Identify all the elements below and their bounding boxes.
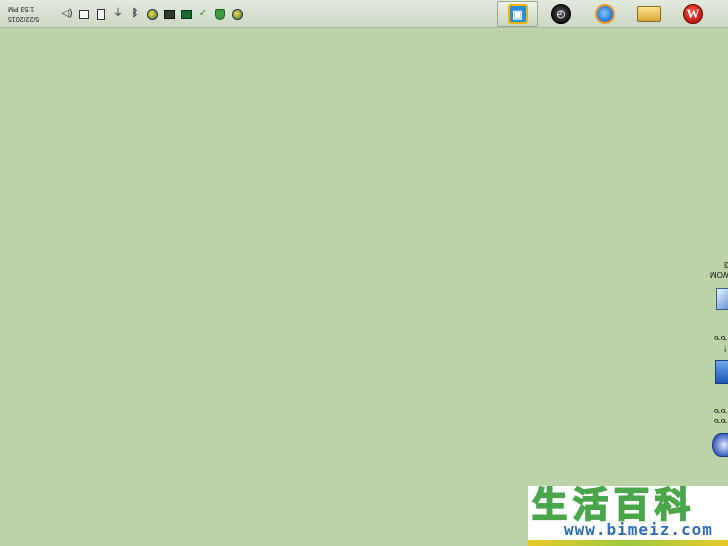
globe-icon — [712, 433, 728, 457]
clock-date: 5/22/2015 — [8, 15, 40, 22]
watermark: 生活百科 www.bimeiz.com — [528, 486, 728, 546]
pinned-folder[interactable] — [632, 1, 666, 27]
desktop[interactable]: 5/22/2015 1:53 PM ◁) ⏚ ᛒ ✓ ▣ ◴ W 3 WOM ᓀ… — [0, 0, 728, 546]
update-icon[interactable] — [230, 8, 244, 21]
system-tray: ◁) ⏚ ᛒ ✓ — [60, 7, 247, 21]
wikihow-icon: W — [683, 4, 703, 24]
desktop-icon-folder[interactable]: ᓀᓀ ! — [708, 332, 728, 392]
desktop-icon-network[interactable]: ᓀᓀ ᓀᓀ — [706, 405, 728, 467]
desktop-icon-label-line2: ! — [723, 344, 726, 353]
monitor-icon — [716, 288, 728, 310]
volume-icon[interactable]: ◁) — [60, 8, 74, 21]
pinned-clock-gadget[interactable]: ◴ — [545, 1, 577, 27]
desktop-icon-label-line1: ᓀᓀ — [714, 334, 728, 343]
nvidia-icon[interactable] — [179, 8, 193, 21]
desktop-icon-label-line2: ᓀᓀ — [714, 417, 728, 426]
taskbar: 5/22/2015 1:53 PM ◁) ⏚ ᛒ ✓ ▣ ◴ W — [0, 0, 728, 28]
system-clock[interactable]: 5/22/2015 1:53 PM — [8, 3, 52, 23]
antivirus-icon[interactable] — [145, 8, 159, 21]
sync-icon[interactable]: ✓ — [196, 8, 210, 21]
desktop-icon-monitor[interactable]: 3 WOM — [708, 260, 728, 318]
clock-time: 1:53 PM — [8, 5, 35, 12]
file-explorer-icon: ▣ — [507, 4, 528, 24]
pinned-browser[interactable] — [588, 1, 622, 27]
clock-gadget-icon: ◴ — [551, 4, 571, 24]
usb-icon[interactable]: ⏚ — [111, 8, 125, 21]
desktop-icon-label-line1: 3 — [723, 260, 728, 269]
pinned-file-explorer[interactable]: ▣ — [497, 1, 538, 27]
display-icon[interactable] — [162, 8, 176, 21]
desktop-icon-label-line2: WOM — [709, 270, 728, 279]
network-icon[interactable] — [77, 8, 91, 21]
blue-window-icon — [715, 360, 728, 384]
battery-icon[interactable] — [94, 8, 108, 21]
desktop-icon-label-line1: ᓀᓀ — [714, 407, 728, 416]
folder-icon — [637, 6, 661, 22]
browser-icon — [595, 4, 615, 24]
watermark-stripe — [528, 540, 728, 546]
pinned-wikihow[interactable]: W — [676, 1, 710, 27]
security-shield-icon[interactable] — [213, 8, 227, 21]
bluetooth-icon[interactable]: ᛒ — [128, 8, 142, 21]
watermark-url: www.bimeiz.com — [564, 520, 713, 539]
